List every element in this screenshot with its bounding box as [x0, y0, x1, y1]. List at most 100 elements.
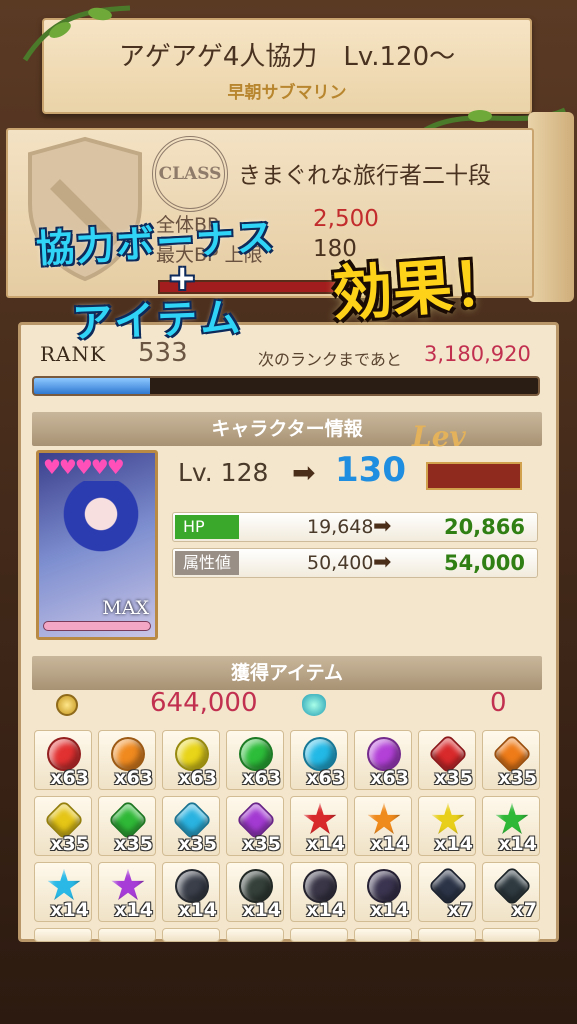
- scroll-edge: [528, 112, 574, 302]
- level-new: 130: [335, 450, 406, 490]
- item-count: x14: [306, 899, 345, 921]
- item-count: x35: [498, 767, 537, 789]
- item-slot[interactable]: x63: [162, 730, 220, 790]
- item-count: x35: [50, 833, 89, 855]
- item-slot[interactable]: x14: [290, 796, 348, 856]
- gem-icon: [111, 869, 145, 900]
- rank-progress-bar: [32, 376, 540, 396]
- stat-row-hp: HP 19,648 ➡ 20,866: [172, 512, 538, 542]
- gem-icon: [367, 737, 401, 771]
- item-slot[interactable]: x14: [34, 862, 92, 922]
- gem-icon: [175, 869, 209, 903]
- stat-label: 属性値: [175, 551, 239, 575]
- item-count: x35: [114, 833, 153, 855]
- item-count: x35: [434, 767, 473, 789]
- item-slot-partial[interactable]: [482, 928, 540, 942]
- item-slot[interactable]: x63: [98, 730, 156, 790]
- item-count: x14: [242, 899, 281, 921]
- item-slot-partial[interactable]: [98, 928, 156, 942]
- gem-icon: [431, 803, 465, 834]
- item-count: x63: [50, 767, 89, 789]
- item-slot[interactable]: x63: [226, 730, 284, 790]
- promo-text-item: アイテム: [71, 295, 245, 347]
- gem-icon: [111, 737, 145, 771]
- stat-new: 54,000: [443, 551, 525, 575]
- stat-old: 50,400: [307, 552, 374, 574]
- stat-label: HP: [175, 515, 239, 539]
- character-gauge: [43, 621, 151, 631]
- item-slot[interactable]: x35: [162, 796, 220, 856]
- item-slot[interactable]: x7: [418, 862, 476, 922]
- max-label: MAX: [102, 597, 149, 619]
- class-name: きまぐれな旅行者二十段: [238, 163, 491, 189]
- heart-icons: ♥♥♥♥♥: [43, 455, 125, 479]
- arrow-right-icon: ➡: [373, 514, 392, 539]
- item-slot[interactable]: x14: [162, 862, 220, 922]
- next-rank-label: 次のランクまであと: [258, 350, 402, 369]
- item-count: x7: [447, 899, 473, 921]
- item-slot[interactable]: x35: [482, 730, 540, 790]
- arrow-right-icon: ➡: [292, 456, 316, 489]
- gem-icon: [367, 803, 401, 834]
- stat-new: 20,866: [443, 515, 525, 539]
- item-count: x7: [511, 899, 537, 921]
- item-slot[interactable]: x63: [34, 730, 92, 790]
- coin-icon: [56, 694, 78, 716]
- gem-icon: [47, 869, 81, 900]
- stat-row-attribute: 属性値 50,400 ➡ 54,000: [172, 548, 538, 578]
- item-count: x63: [242, 767, 281, 789]
- item-slot[interactable]: x14: [98, 862, 156, 922]
- item-slot[interactable]: x14: [226, 862, 284, 922]
- item-slot[interactable]: x63: [354, 730, 412, 790]
- item-slot[interactable]: x63: [290, 730, 348, 790]
- character-card[interactable]: ♥♥♥♥♥ MAX: [36, 450, 158, 640]
- item-count: x14: [114, 899, 153, 921]
- item-slot[interactable]: x35: [226, 796, 284, 856]
- next-rank-value: 3,180,920: [424, 342, 531, 366]
- item-slot[interactable]: x14: [482, 796, 540, 856]
- bp-value: 2,500: [313, 206, 379, 232]
- item-slot[interactable]: x35: [34, 796, 92, 856]
- rank-progress-fill: [34, 378, 150, 394]
- item-slot[interactable]: x14: [418, 796, 476, 856]
- gem-icon: [239, 737, 273, 771]
- item-count: x14: [498, 833, 537, 855]
- arrow-right-icon: ➡: [373, 550, 392, 575]
- coin-value: 644,000: [150, 688, 258, 718]
- gem-icon: [303, 737, 337, 771]
- item-slot-partial[interactable]: [290, 928, 348, 942]
- gem-icon: [47, 737, 81, 771]
- gem-icon: [239, 869, 273, 903]
- item-slot[interactable]: x7: [482, 862, 540, 922]
- item-slot[interactable]: x35: [98, 796, 156, 856]
- gem-icon: [367, 869, 401, 903]
- item-count: x14: [178, 899, 217, 921]
- item-slot-partial[interactable]: [34, 928, 92, 942]
- item-count: x14: [50, 899, 89, 921]
- item-count: x63: [178, 767, 217, 789]
- item-slot[interactable]: x35: [418, 730, 476, 790]
- item-slot-partial[interactable]: [162, 928, 220, 942]
- item-count: x35: [242, 833, 281, 855]
- items-section-header: 獲得アイテム: [32, 656, 542, 690]
- item-slot-partial[interactable]: [226, 928, 284, 942]
- item-slot[interactable]: x14: [290, 862, 348, 922]
- level-old: Lv. 128: [178, 458, 269, 487]
- promo-text-effect: 効果！: [330, 247, 515, 331]
- item-slot-partial[interactable]: [354, 928, 412, 942]
- item-count: x14: [370, 833, 409, 855]
- gem-icon: [175, 737, 209, 771]
- stat-old: 19,648: [307, 516, 374, 538]
- gem-icon: [303, 869, 337, 903]
- gem-icon: [303, 803, 337, 834]
- class-badge: CLASS: [152, 136, 228, 212]
- item-count: x14: [370, 899, 409, 921]
- item-slot-partial[interactable]: [418, 928, 476, 942]
- soul-icon: [302, 694, 326, 716]
- ribbon-icon: [426, 462, 522, 490]
- item-count: x63: [306, 767, 345, 789]
- item-count: x14: [434, 833, 473, 855]
- item-slot[interactable]: x14: [354, 796, 412, 856]
- character-portrait: [59, 481, 143, 591]
- item-slot[interactable]: x14: [354, 862, 412, 922]
